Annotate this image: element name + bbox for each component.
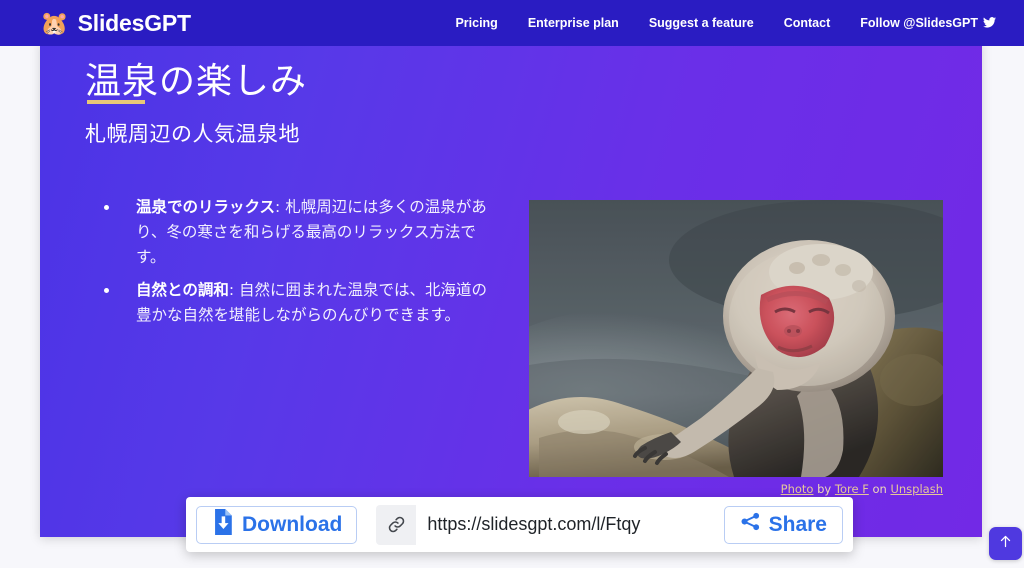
brand-logo[interactable]: 🐹 SlidesGPT	[40, 10, 191, 37]
nav-link-enterprise-plan[interactable]: Enterprise plan	[513, 10, 634, 36]
photo-credit-by-label: by	[817, 482, 832, 496]
photo-credit-source-link[interactable]: Unsplash	[890, 482, 943, 496]
file-download-icon	[211, 508, 234, 541]
navigation-links: Pricing Enterprise plan Suggest a featur…	[440, 10, 1014, 36]
share-url-input[interactable]	[416, 504, 715, 545]
top-navigation-bar: 🐹 SlidesGPT Pricing Enterprise plan Sugg…	[0, 0, 1024, 46]
nav-link-follow-twitter[interactable]: Follow @SlidesGPT	[845, 10, 1014, 36]
nav-link-suggest-a-feature[interactable]: Suggest a feature	[634, 10, 769, 36]
slide-bullet-item: 温泉でのリラックス: 札幌周辺には多くの温泉があり、冬の寒さを和らげる最高のリラ…	[98, 195, 498, 270]
page-root: 🐹 SlidesGPT Pricing Enterprise plan Sugg…	[0, 0, 1024, 568]
nav-link-pricing[interactable]: Pricing	[440, 10, 512, 36]
bullet-lead-text: 温泉でのリラックス	[136, 198, 276, 216]
download-button-label: Download	[242, 512, 343, 536]
share-nodes-icon	[740, 511, 761, 538]
link-icon	[376, 504, 417, 545]
bullet-separator: :	[228, 281, 240, 300]
nav-link-contact[interactable]: Contact	[769, 10, 846, 36]
share-url-group	[376, 504, 715, 545]
slide-photo	[529, 200, 943, 477]
slide-title: 温泉の楽しみ	[85, 61, 308, 102]
slide-bullet-item: 自然との調和: 自然に囲まれた温泉では、北海道の豊かな自然を堪能しながらのんびり…	[98, 278, 498, 328]
bullet-lead-text: 自然との調和	[136, 281, 229, 300]
title-accent-rule	[87, 100, 145, 104]
slide-card: 温泉の楽しみ 札幌周辺の人気温泉地 温泉でのリラックス: 札幌周辺には多くの温泉…	[40, 40, 982, 537]
slide-canvas[interactable]: 温泉の楽しみ 札幌周辺の人気温泉地 温泉でのリラックス: 札幌周辺には多くの温泉…	[40, 40, 982, 537]
download-button[interactable]: Download	[196, 505, 358, 544]
arrow-up-icon	[998, 534, 1013, 554]
photo-credit-photo-link[interactable]: Photo	[781, 482, 814, 496]
share-button-label: Share	[768, 512, 827, 536]
slide-action-bar: Download https://slidesgpt.com/l/Ftqy Sh…	[186, 497, 853, 552]
brand-name-label: SlidesGPT	[77, 9, 191, 36]
photo-credit-on-label: on	[872, 482, 887, 496]
share-button[interactable]: Share	[723, 505, 843, 544]
twitter-bird-icon	[983, 16, 996, 30]
nav-link-follow-label: Follow @SlidesGPT	[860, 16, 978, 30]
slide-subtitle: 札幌周辺の人気温泉地	[85, 122, 300, 146]
bullet-separator: :	[275, 198, 286, 216]
scroll-to-top-button[interactable]	[989, 527, 1022, 560]
slide-bullet-list: 温泉でのリラックス: 札幌周辺には多くの温泉があり、冬の寒さを和らげる最高のリラ…	[98, 195, 498, 337]
photo-credit-author-link[interactable]: Tore F	[835, 482, 869, 496]
photo-credit: Photo by Tore F on Unsplash	[529, 482, 943, 496]
hamster-logo-icon: 🐹	[40, 9, 69, 36]
